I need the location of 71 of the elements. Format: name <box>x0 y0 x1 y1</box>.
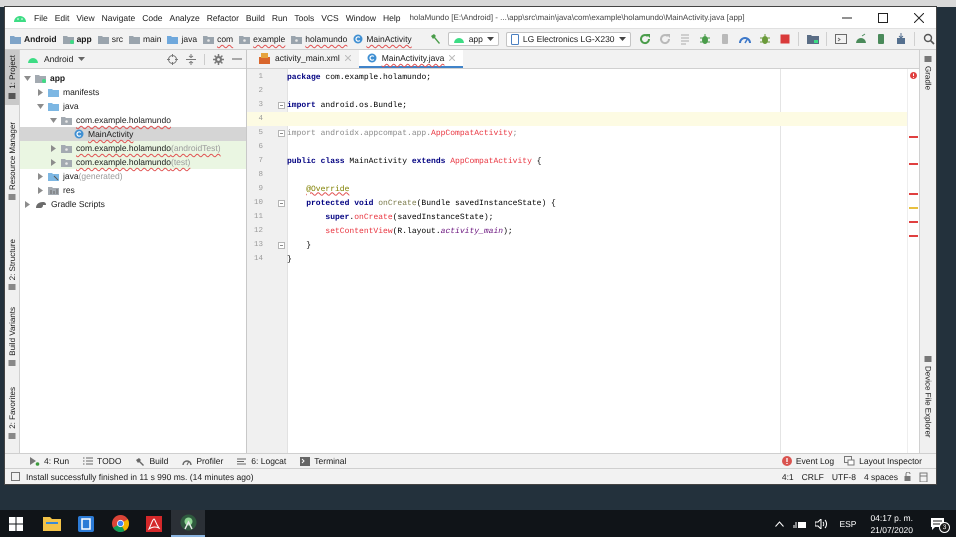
code-line: import android.os.Bundle; <box>287 100 408 110</box>
status-item[interactable]: 4 spaces <box>864 472 898 482</box>
tool-window-button[interactable]: 6: Logcat <box>237 456 286 466</box>
tree-item[interactable]: Gradle Scripts <box>20 197 246 211</box>
status-item[interactable]: CRLF <box>802 472 824 482</box>
code-line: setContentView(R.layout.activity_main); <box>324 226 513 236</box>
menu-item[interactable]: Run <box>272 12 288 22</box>
code-line: } <box>287 254 292 264</box>
tree-item[interactable]: app <box>20 71 246 85</box>
status-item[interactable]: 4:1 <box>782 472 794 482</box>
menu-item[interactable]: View <box>76 12 95 22</box>
code-line: import androidx.appcompat.app.AppCompatActivity; <box>287 128 518 138</box>
tool-window-button[interactable]: Terminal <box>300 456 346 466</box>
menu-item[interactable]: Navigate <box>102 12 136 22</box>
tree-item[interactable]: com.example.holamundo(androidTest) <box>20 141 246 155</box>
breadcrumb-item[interactable]: app <box>62 34 92 44</box>
breadcrumb-item[interactable]: example <box>239 34 286 44</box>
tree-item[interactable]: java(generated) <box>20 169 246 183</box>
tree-item[interactable]: manifests <box>20 85 246 99</box>
tool-window-tab[interactable]: Build Variants <box>5 302 19 372</box>
menu-item[interactable]: Help <box>382 12 400 22</box>
code-line: package com.example.holamundo; <box>287 72 432 82</box>
menu-item[interactable]: Code <box>142 12 163 22</box>
tree-item[interactable]: java <box>20 99 246 113</box>
tool-window-tab[interactable]: 2: Favorites <box>5 382 19 445</box>
editor-tab[interactable]: MainActivity.java <box>358 50 464 68</box>
breadcrumb-item[interactable]: com <box>203 34 234 44</box>
tree-item[interactable]: MainActivity <box>20 127 246 141</box>
code-line: protected void onCreate(Bundle savedInstanceState) { <box>305 198 556 208</box>
tool-window-tab[interactable]: Device File Explorer <box>924 350 932 443</box>
tool-window-tab[interactable]: Resource Manager <box>5 116 19 206</box>
code-line: public class MainActivity extends AppCompatActivity { <box>287 156 542 166</box>
tool-window-button[interactable]: TODO <box>83 456 122 466</box>
tree-item[interactable]: com.example.holamundo <box>20 113 246 127</box>
menu-item[interactable]: Tools <box>294 12 314 22</box>
tool-window-tab[interactable]: Gradle <box>924 50 932 96</box>
tool-window-button[interactable]: Event Log <box>782 456 834 466</box>
clock-date[interactable]: 21/07/2020 <box>870 524 913 534</box>
device-dropdown[interactable]: LG Electronics LG-X230 <box>506 32 631 46</box>
breadcrumb-item[interactable]: holamundo <box>291 34 348 44</box>
menu-item[interactable]: Window <box>346 12 376 22</box>
tool-window-button[interactable]: 4: Run <box>30 456 70 466</box>
tool-window-tab[interactable]: 2: Structure <box>5 234 19 296</box>
editor-tab[interactable]: activity_main.xml <box>251 50 359 68</box>
window-title: holaMundo [E:\Android] - ...\app\src\main\java\com\example\holamundo\MainActivity.java [app] <box>409 13 745 22</box>
language-indicator[interactable]: ESP <box>839 518 856 528</box>
breadcrumb-item[interactable]: Android <box>10 34 57 44</box>
tool-window-button[interactable]: Layout Inspector <box>844 456 922 466</box>
menu-item[interactable]: Build <box>246 12 265 22</box>
breadcrumb-item[interactable]: java <box>167 34 198 44</box>
tool-window-button[interactable]: Profiler <box>182 456 224 466</box>
module-dropdown[interactable]: app <box>448 32 499 46</box>
view-dropdown[interactable]: Android <box>27 54 86 64</box>
code-line: } <box>305 240 312 250</box>
breadcrumb-item[interactable]: main <box>129 34 162 44</box>
clock-time[interactable]: 04:17 p. m. <box>870 512 913 522</box>
menu-item[interactable]: VCS <box>321 12 339 22</box>
menu-item[interactable]: Refactor <box>206 12 239 22</box>
menu-item[interactable]: Edit <box>54 12 70 22</box>
code-line: super.onCreate(savedInstanceState); <box>324 212 494 222</box>
status-item[interactable]: UTF-8 <box>832 472 856 482</box>
status-message: Install successfully finished in 11 s 990 ms. (14 minutes ago) <box>26 472 254 482</box>
code-line: @Override <box>305 184 350 194</box>
tree-item[interactable]: com.example.holamundo(test) <box>20 155 246 169</box>
menu-item[interactable]: Analyze <box>170 12 200 22</box>
tool-window-tab[interactable]: 1: Project <box>5 50 19 105</box>
menu-item[interactable]: File <box>34 12 48 22</box>
tool-window-button[interactable]: Build <box>135 456 168 466</box>
tree-item[interactable]: res <box>20 183 246 197</box>
breadcrumb-item[interactable]: src <box>98 34 124 44</box>
breadcrumb-item[interactable]: MainActivity <box>353 34 412 44</box>
